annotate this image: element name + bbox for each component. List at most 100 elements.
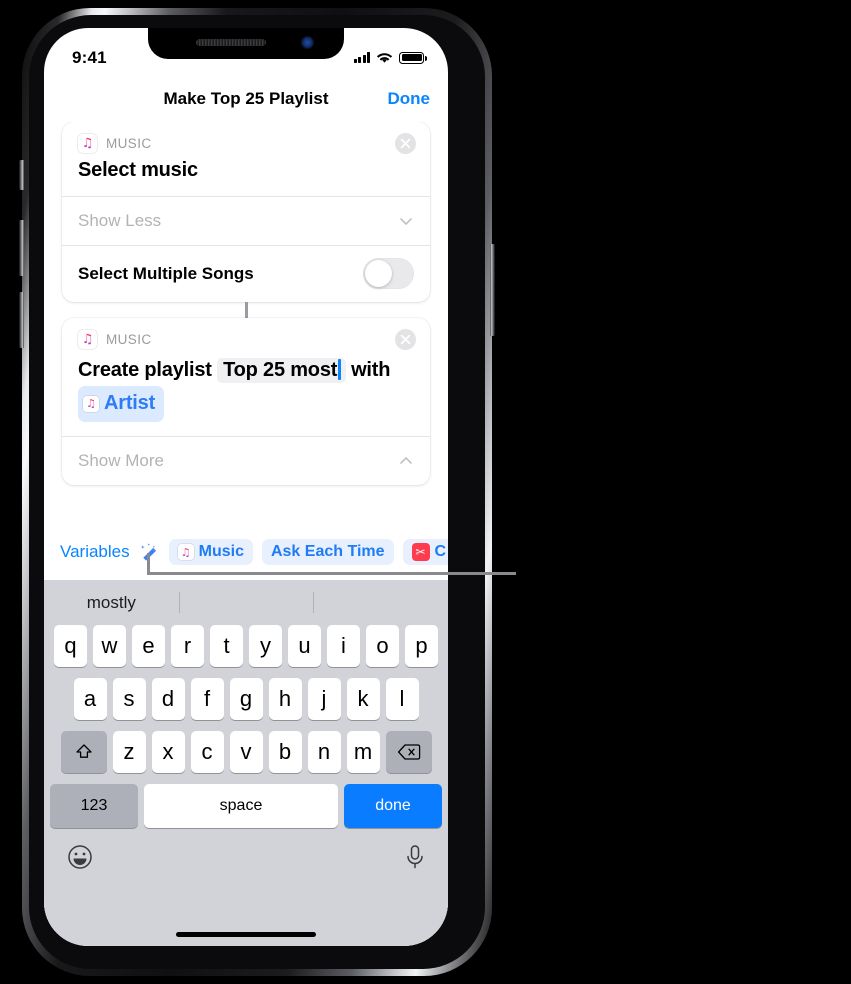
backspace-delete-icon: [397, 744, 420, 760]
key-t[interactable]: t: [210, 625, 243, 667]
home-indicator[interactable]: [176, 932, 316, 937]
front-camera-icon: [301, 36, 314, 49]
action-card-body: Create playlist Top 25 most with ♫ Artis…: [62, 353, 430, 436]
close-circle-icon[interactable]: [395, 329, 416, 351]
music-app-icon: ♫: [177, 544, 194, 560]
sentence-prefix: Create playlist: [78, 359, 212, 382]
keyboard-footer: [44, 834, 448, 876]
shift-key[interactable]: [60, 731, 107, 773]
phone-screen: 9:41 Make Top 25 Playlist Done ♫ MUSIC S…: [44, 28, 448, 946]
key-d[interactable]: d: [151, 678, 185, 720]
action-card-header: ♫ MUSIC: [62, 318, 430, 353]
key-w[interactable]: w: [93, 625, 126, 667]
status-indicators: [353, 51, 427, 64]
key-v[interactable]: v: [229, 731, 263, 773]
variables-label[interactable]: Variables: [60, 542, 130, 562]
action-card-select-music[interactable]: ♫ MUSIC Select music Show Less Select Mu…: [62, 122, 430, 303]
chevron-up-icon: [400, 457, 412, 464]
action-title: Select music: [78, 159, 198, 181]
key-m[interactable]: m: [346, 731, 380, 773]
prediction-slot-2[interactable]: [178, 580, 314, 625]
key-p[interactable]: p: [405, 625, 438, 667]
key-h[interactable]: h: [268, 678, 302, 720]
done-button[interactable]: Done: [388, 89, 431, 109]
select-multiple-songs-row[interactable]: Select Multiple Songs: [62, 245, 430, 302]
key-r[interactable]: r: [171, 625, 204, 667]
screenshot-stage: 9:41 Make Top 25 Playlist Done ♫ MUSIC S…: [0, 0, 851, 984]
key-c[interactable]: c: [190, 731, 224, 773]
action-connector: [244, 302, 248, 319]
variable-chip-clipboard[interactable]: ✂ C: [402, 539, 448, 565]
show-less-row[interactable]: Show Less: [62, 197, 430, 245]
variable-chip-music[interactable]: ♫ Music: [168, 539, 253, 565]
on-screen-keyboard: mostly qwertyuiop asdfghjkl zxcvbnm 123 …: [44, 580, 448, 946]
scissors-icon: ✂: [411, 543, 430, 561]
volume-down-button[interactable]: [19, 292, 24, 348]
music-app-icon: ♫: [78, 134, 97, 153]
music-app-icon: ♫: [83, 395, 99, 412]
volume-up-button[interactable]: [19, 220, 24, 276]
microphone-icon[interactable]: [404, 843, 426, 871]
prediction-slot-1[interactable]: mostly: [44, 580, 179, 625]
variable-chip-clipboard-label: C: [434, 543, 447, 560]
variable-chip-ask-each-time[interactable]: Ask Each Time: [261, 539, 394, 565]
variable-chip-artist[interactable]: ♫ Artist: [78, 386, 165, 423]
text-cursor: [338, 359, 341, 381]
shift-arrow-icon: [75, 744, 92, 758]
space-key[interactable]: space: [144, 784, 338, 828]
key-g[interactable]: g: [229, 678, 263, 720]
show-more-row[interactable]: Show More: [62, 437, 430, 485]
page-title: Make Top 25 Playlist: [163, 88, 329, 108]
show-less-label: Show Less: [78, 210, 162, 230]
earpiece-speaker-icon: [196, 39, 266, 46]
mute-switch-button[interactable]: [19, 160, 24, 190]
toggle-knob: [365, 260, 392, 288]
variable-chip-music-label: Music: [198, 543, 244, 560]
variables-toolbar: Variables ♫ Music Ask Each Time ✂ C: [44, 532, 448, 572]
keyboard-row-1: qwertyuiop: [47, 625, 445, 667]
key-k[interactable]: k: [346, 678, 380, 720]
close-circle-icon[interactable]: [395, 133, 416, 154]
key-x[interactable]: x: [151, 731, 185, 773]
show-more-label: Show More: [78, 451, 164, 471]
key-i[interactable]: i: [327, 625, 360, 667]
key-f[interactable]: f: [190, 678, 224, 720]
select-multiple-songs-toggle[interactable]: [363, 258, 414, 290]
emoji-smiley-icon[interactable]: [66, 843, 94, 871]
done-key[interactable]: done: [344, 784, 442, 828]
key-u[interactable]: u: [288, 625, 321, 667]
keyboard-rows: qwertyuiop asdfghjkl zxcvbnm 123 space d…: [44, 625, 448, 828]
key-n[interactable]: n: [307, 731, 341, 773]
keyboard-row-3: zxcvbnm: [47, 731, 445, 773]
prediction-slot-3[interactable]: [313, 580, 448, 625]
key-s[interactable]: s: [112, 678, 146, 720]
keyboard-row-2: asdfghjkl: [47, 678, 445, 720]
keyboard-row-4: 123 space done: [47, 784, 445, 828]
key-j[interactable]: j: [307, 678, 341, 720]
key-z[interactable]: z: [112, 731, 146, 773]
key-b[interactable]: b: [268, 731, 302, 773]
status-time: 9:41: [72, 47, 107, 67]
key-o[interactable]: o: [366, 625, 399, 667]
numbers-key[interactable]: 123: [50, 784, 138, 828]
action-card-header: ♫ MUSIC: [62, 122, 430, 157]
select-multiple-songs-label: Select Multiple Songs: [78, 263, 254, 283]
action-sentence: Create playlist Top 25 most with ♫ Artis…: [78, 355, 414, 423]
music-app-icon: ♫: [78, 330, 97, 350]
navigation-bar: Make Top 25 Playlist Done: [44, 75, 448, 122]
cellular-signal-icon: [353, 52, 370, 63]
variable-chip-ask-label: Ask Each Time: [270, 543, 385, 560]
key-a[interactable]: a: [73, 678, 107, 720]
side-power-button[interactable]: [490, 244, 495, 336]
chevron-down-icon: [400, 217, 412, 225]
key-q[interactable]: q: [54, 625, 87, 667]
action-app-label: MUSIC: [106, 136, 152, 151]
action-card-body: Select music: [62, 157, 430, 196]
key-e[interactable]: e: [132, 625, 165, 667]
key-l[interactable]: l: [385, 678, 419, 720]
action-card-create-playlist[interactable]: ♫ MUSIC Create playlist Top 25 most with…: [62, 318, 430, 486]
playlist-name-input[interactable]: Top 25 most: [217, 358, 346, 384]
key-y[interactable]: y: [249, 625, 282, 667]
wifi-icon: [376, 52, 393, 63]
delete-key[interactable]: [385, 731, 432, 773]
